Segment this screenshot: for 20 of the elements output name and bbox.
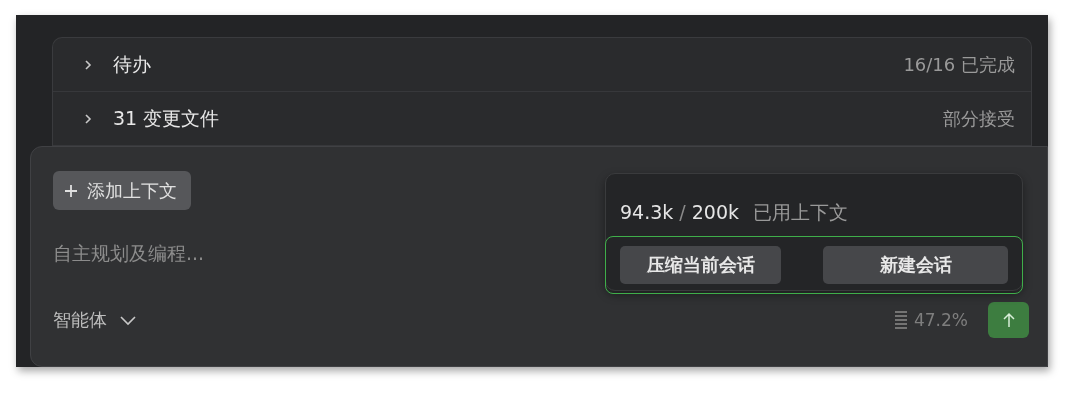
add-context-button[interactable]: 添加上下文 — [53, 171, 191, 210]
context-label: 已用上下文 — [753, 200, 848, 225]
plus-icon — [63, 182, 79, 199]
task-title: 待办 — [113, 51, 152, 77]
context-total: 200k — [691, 201, 739, 223]
context-used: 94.3k — [620, 201, 674, 223]
session-button[interactable]: 压缩当前会话 — [620, 246, 781, 284]
context-usage-icon — [894, 309, 908, 331]
context-usage-percent: 47.2% — [914, 310, 968, 330]
session-button[interactable]: 新建会话 — [823, 246, 1008, 284]
agent-mode-dropdown[interactable]: 智能体 — [53, 308, 137, 332]
task-status: 部分接受 — [943, 106, 1015, 131]
task-status: 16/16 已完成 — [903, 52, 1015, 77]
task-title: 31 变更文件 — [113, 105, 221, 131]
context-separator: / — [679, 201, 686, 223]
task-row[interactable]: 待办 16/16 已完成 — [53, 38, 1031, 92]
chevron-down-icon — [119, 314, 137, 326]
send-button[interactable] — [988, 302, 1029, 338]
arrow-up-icon — [1001, 311, 1016, 329]
prompt-input[interactable]: 自主规划及编程... — [53, 238, 553, 268]
